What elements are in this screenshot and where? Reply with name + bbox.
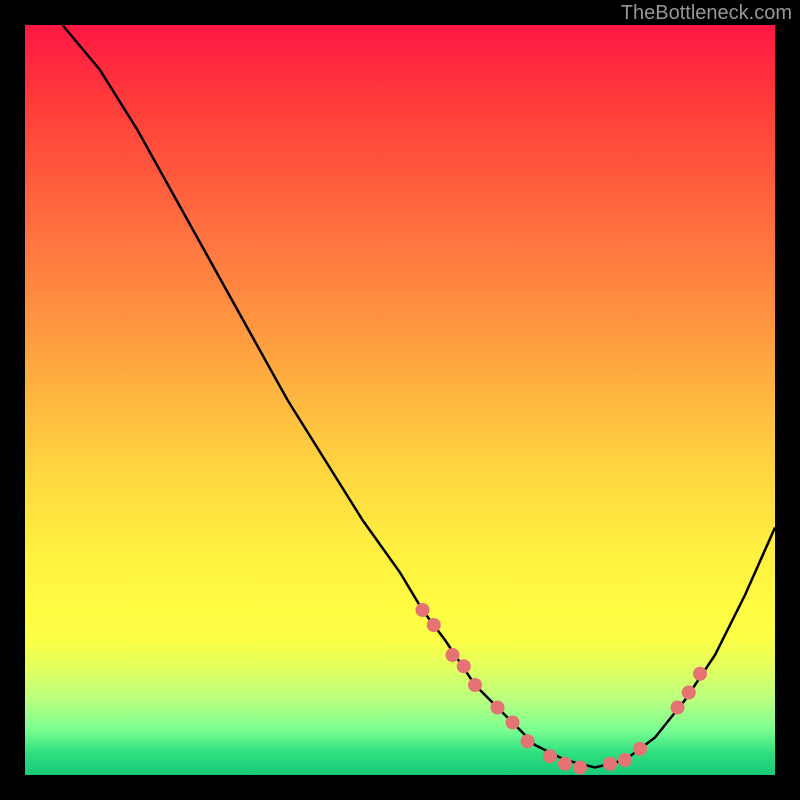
chart-plot-area xyxy=(25,25,775,775)
data-marker xyxy=(693,667,707,681)
data-marker xyxy=(603,757,617,771)
data-markers-group xyxy=(416,603,708,775)
data-marker xyxy=(682,686,696,700)
data-marker xyxy=(521,734,535,748)
data-marker xyxy=(457,659,471,673)
data-marker xyxy=(416,603,430,617)
data-marker xyxy=(446,648,460,662)
data-marker xyxy=(543,749,557,763)
data-marker xyxy=(506,716,520,730)
data-marker xyxy=(491,701,505,715)
data-marker xyxy=(573,761,587,775)
data-marker xyxy=(427,618,441,632)
data-marker xyxy=(633,742,647,756)
data-marker xyxy=(671,701,685,715)
watermark-text: TheBottleneck.com xyxy=(621,2,792,25)
data-marker xyxy=(468,678,482,692)
data-marker xyxy=(618,753,632,767)
data-marker xyxy=(558,757,572,771)
bottleneck-curve xyxy=(63,25,776,768)
chart-svg xyxy=(25,25,775,775)
